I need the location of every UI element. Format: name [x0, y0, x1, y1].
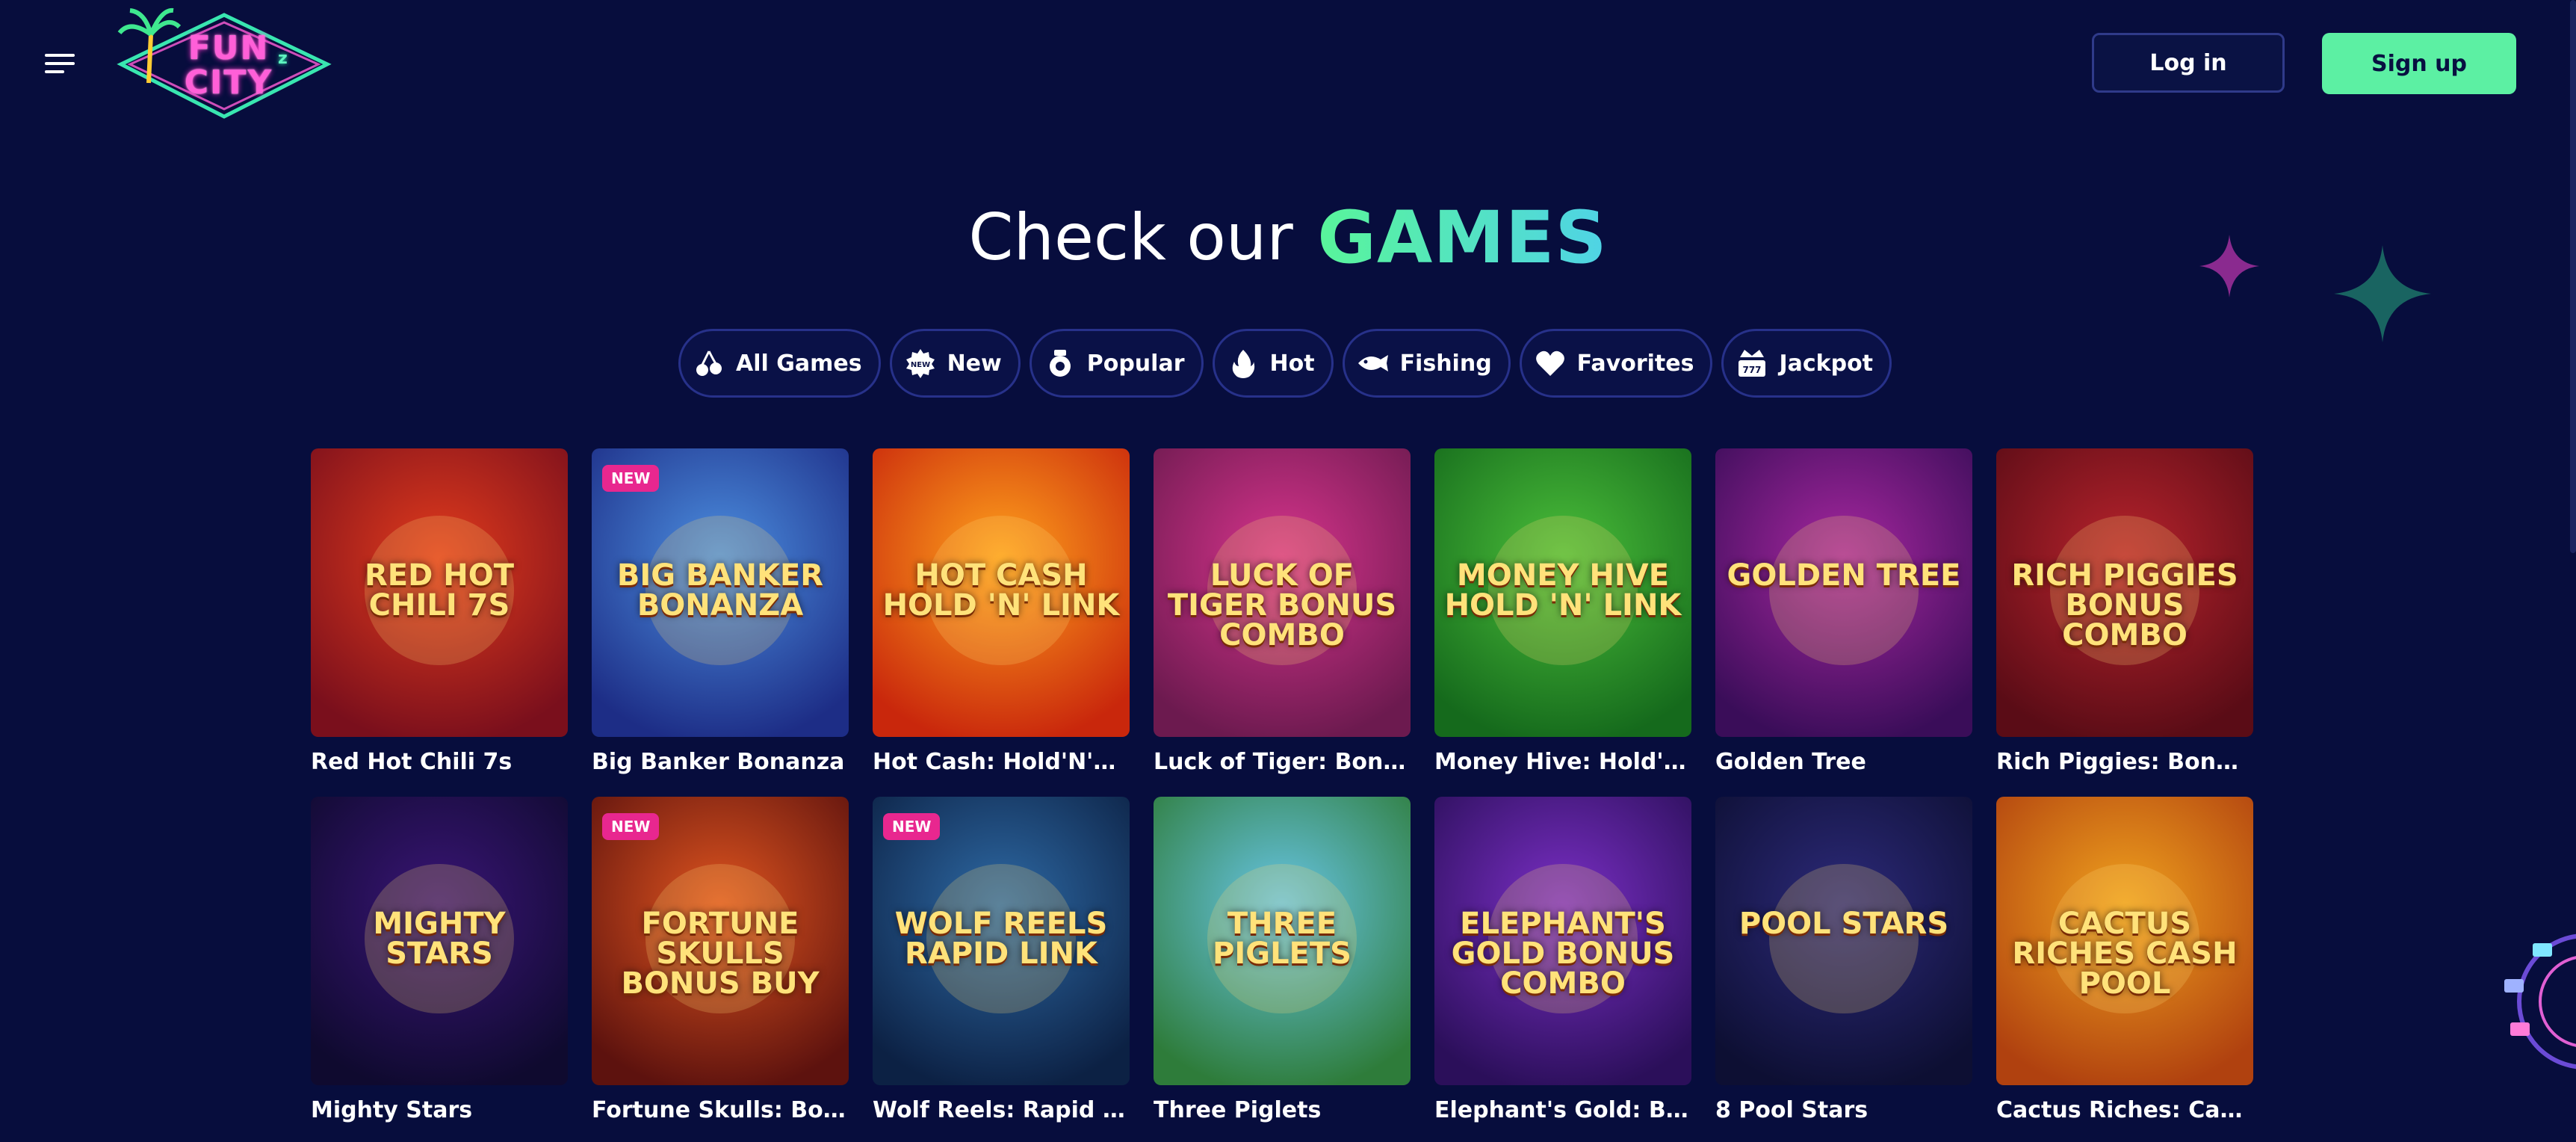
thumbnail-title: THREE PIGLETS	[1213, 907, 1352, 971]
filter-new[interactable]: NEW New	[889, 329, 1021, 398]
game-thumbnail[interactable]: LUCK OF TIGER BONUS COMBO	[1154, 448, 1411, 737]
svg-text:NEW: NEW	[910, 361, 929, 369]
heart-icon	[1534, 347, 1567, 380]
game-thumbnail[interactable]: GOLDEN TREE	[1715, 448, 1972, 737]
game-title[interactable]: Golden Tree	[1715, 749, 1972, 775]
thumbnail-title: POOL STARS	[1739, 907, 1949, 941]
thumbnail-title: CACTUS RICHES CASH POOL	[2012, 907, 2238, 1001]
new-badge-icon: NEW	[904, 347, 937, 380]
jackpot-icon: 777	[1736, 347, 1768, 380]
game-title[interactable]: Big Banker Bonanza	[592, 749, 849, 775]
game-card[interactable]: MIGHTY STARS Mighty Stars	[311, 797, 568, 1123]
game-card[interactable]: THREE PIGLETS Three Piglets	[1154, 797, 1411, 1123]
game-thumbnail[interactable]: THREE PIGLETS	[1154, 797, 1411, 1085]
game-card[interactable]: HOT CASH HOLD 'N' LINK Hot Cash: Hold'N'L…	[873, 448, 1130, 775]
games-heading: Check our GAMES	[0, 196, 2576, 293]
ferris-wheel-decoration	[2504, 933, 2576, 1070]
thumbnail-title: RICH PIGGIES BONUS COMBO	[2011, 558, 2238, 652]
thumbnail-title: HOT CASH HOLD 'N' LINK	[882, 558, 1120, 623]
new-badge: NEW	[883, 813, 941, 840]
fish-icon	[1357, 347, 1390, 380]
game-thumbnail[interactable]: RICH PIGGIES BONUS COMBO	[1996, 448, 2253, 737]
login-button[interactable]: Log in	[2092, 33, 2285, 93]
filter-fishing[interactable]: Fishing	[1342, 329, 1511, 398]
game-title[interactable]: Red Hot Chili 7s	[311, 749, 568, 775]
heading-prefix: Check our	[968, 200, 1293, 275]
filter-jackpot[interactable]: 777 Jackpot	[1721, 329, 1892, 398]
thumbnail-title: LUCK OF TIGER BONUS COMBO	[1167, 558, 1397, 652]
game-card[interactable]: WOLF REELS RAPID LINK NEW Wolf Reels: Rapi…	[873, 797, 1130, 1123]
game-thumbnail[interactable]: FORTUNE SKULLS BONUS BUY NEW	[592, 797, 849, 1085]
game-title[interactable]: Wolf Reels: Rapid Link	[873, 1097, 1130, 1123]
game-thumbnail[interactable]: BIG BANKER BONANZA NEW	[592, 448, 849, 737]
game-thumbnail[interactable]: MONEY HIVE HOLD 'N' LINK	[1434, 448, 1691, 737]
game-card[interactable]: FORTUNE SKULLS BONUS BUY NEW Fortune Skull…	[592, 797, 849, 1123]
filter-popular[interactable]: Popular	[1029, 329, 1204, 398]
game-thumbnail[interactable]: CACTUS RICHES CASH POOL	[1996, 797, 2253, 1085]
game-title[interactable]: Three Piglets	[1154, 1097, 1411, 1123]
game-title[interactable]: Elephant's Gold: Bon...	[1434, 1097, 1691, 1123]
filter-all-games[interactable]: All Games	[678, 329, 881, 398]
hamburger-menu-icon[interactable]	[45, 51, 78, 76]
game-filter-bar: All Games NEW New Popular Hot Fishing Fa…	[678, 329, 1892, 401]
heading-highlight: GAMES	[1317, 196, 1608, 280]
page-scrollbar[interactable]	[2570, 0, 2576, 553]
game-title[interactable]: Fortune Skulls: Bonu...	[592, 1097, 849, 1123]
game-card[interactable]: POOL STARS 8 Pool Stars	[1715, 797, 1972, 1123]
game-thumbnail[interactable]: WOLF REELS RAPID LINK NEW	[873, 797, 1130, 1085]
game-title[interactable]: Cactus Riches: Cash ...	[1996, 1097, 2253, 1123]
funzcity-logo[interactable]: FUN CITY z	[112, 4, 336, 124]
cherry-icon	[693, 347, 725, 380]
new-badge: NEW	[602, 813, 660, 840]
game-thumbnail[interactable]: ELEPHANT'S GOLD BONUS COMBO	[1434, 797, 1691, 1085]
game-thumbnail[interactable]: MIGHTY STARS	[311, 797, 568, 1085]
game-card[interactable]: RED HOT CHILI 7s Red Hot Chili 7s	[311, 448, 568, 775]
game-card[interactable]: MONEY HIVE HOLD 'N' LINK Money Hive: Hold…	[1434, 448, 1691, 775]
filter-favorites[interactable]: Favorites	[1519, 329, 1713, 398]
game-title[interactable]: Money Hive: Hold'N'L...	[1434, 749, 1691, 775]
game-title[interactable]: Luck of Tiger: Bonus ...	[1154, 749, 1411, 775]
filter-hot[interactable]: Hot	[1212, 329, 1334, 398]
thumbnail-title: GOLDEN TREE	[1727, 558, 1961, 593]
new-badge: NEW	[602, 465, 660, 492]
game-thumbnail[interactable]: RED HOT CHILI 7s	[311, 448, 568, 737]
game-card[interactable]: CACTUS RICHES CASH POOL Cactus Riches: Ca…	[1996, 797, 2253, 1123]
thumbnail-title: WOLF REELS RAPID LINK	[894, 907, 1108, 971]
popular-icon	[1044, 347, 1077, 380]
game-title[interactable]: Mighty Stars	[311, 1097, 568, 1123]
game-card[interactable]: BIG BANKER BONANZA NEW Big Banker Bonanza	[592, 448, 849, 775]
thumbnail-title: RED HOT CHILI 7s	[364, 558, 515, 623]
svg-text:777: 777	[1743, 365, 1762, 375]
flame-icon	[1227, 347, 1260, 380]
logo-z: z	[278, 49, 288, 68]
game-card[interactable]: LUCK OF TIGER BONUS COMBO Luck of Tiger: …	[1154, 448, 1411, 775]
game-title[interactable]: Rich Piggies: Bonus ...	[1996, 749, 2253, 775]
game-title[interactable]: 8 Pool Stars	[1715, 1097, 1972, 1123]
game-card[interactable]: ELEPHANT'S GOLD BONUS COMBO Elephant's Go…	[1434, 797, 1691, 1123]
game-card[interactable]: RICH PIGGIES BONUS COMBO Rich Piggies: Bo…	[1996, 448, 2253, 775]
thumbnail-title: ELEPHANT'S GOLD BONUS COMBO	[1451, 907, 1675, 1001]
logo-text: FUN CITY	[184, 29, 273, 102]
game-card[interactable]: GOLDEN TREE Golden Tree	[1715, 448, 1972, 775]
game-title[interactable]: Hot Cash: Hold'N'Link	[873, 749, 1130, 775]
thumbnail-title: MIGHTY STARS	[373, 907, 506, 971]
game-thumbnail[interactable]: POOL STARS	[1715, 797, 1972, 1085]
thumbnail-title: BIG BANKER BONANZA	[616, 558, 824, 623]
thumbnail-title: MONEY HIVE HOLD 'N' LINK	[1444, 558, 1682, 623]
game-thumbnail[interactable]: HOT CASH HOLD 'N' LINK	[873, 448, 1130, 737]
thumbnail-title: FORTUNE SKULLS BONUS BUY	[621, 907, 820, 1001]
signup-button[interactable]: Sign up	[2322, 33, 2516, 94]
